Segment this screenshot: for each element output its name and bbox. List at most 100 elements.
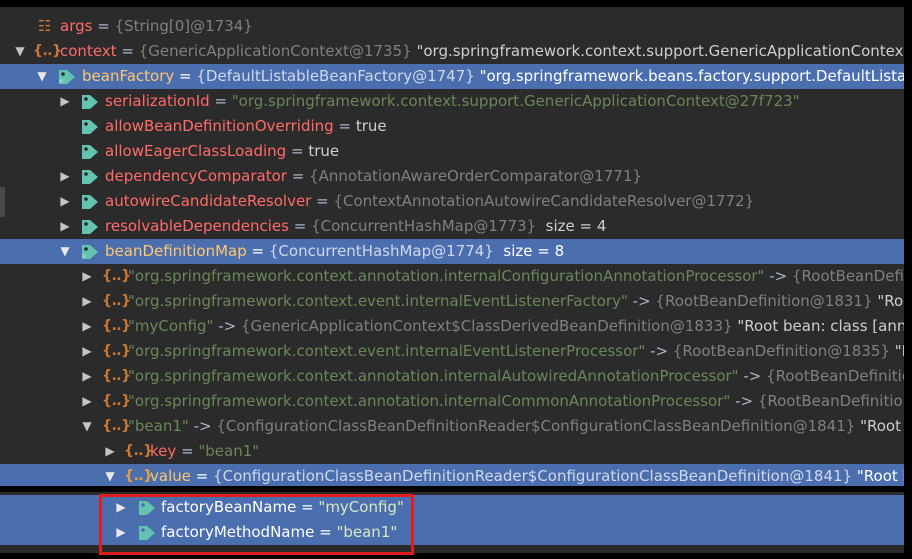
field-value: "bean1" (198, 442, 260, 460)
field-tag-icon (81, 239, 101, 264)
field-reference: {AnnotationAwareOrderComparator@1771} (309, 167, 642, 185)
tree-row-allowEagerClassLoading[interactable]: allowEagerClassLoading = true (0, 139, 904, 164)
field-reference: {RootBeanDefinition@1835} (672, 342, 890, 360)
map-key: "org.springframework.context.annotation.… (128, 392, 731, 410)
field-tag-icon (81, 164, 101, 189)
field-name: beanFactory (82, 67, 175, 85)
field-reference: {String[0]@1734} (114, 17, 253, 35)
map-key: "org.springframework.context.event.inter… (128, 342, 646, 360)
field-reference: {RootBeanDefinition( (766, 367, 904, 385)
collapsed-arrow-icon[interactable]: ▶ (80, 264, 94, 289)
collapsed-arrow-icon[interactable]: ▶ (58, 214, 72, 239)
tree-row-key[interactable]: ▶ {..} key = "bean1" (0, 439, 904, 464)
field-reference: {GenericApplicationContext$ClassDerivedB… (240, 317, 733, 335)
map-entry-row[interactable]: ▶ {..} "org.springframework.context.even… (0, 339, 904, 364)
map-entry-row[interactable]: ▶ {..} "org.springframework.context.anno… (0, 264, 904, 289)
field-name: beanDefinitionMap (105, 242, 247, 260)
expanded-arrow-icon[interactable]: ▼ (35, 64, 49, 89)
field-value: "Root bean (860, 417, 904, 435)
field-tag-icon (81, 139, 101, 164)
field-name: autowireCandidateResolver (105, 192, 312, 210)
list-icon: ☷ (38, 17, 52, 35)
collapsed-arrow-icon[interactable]: ▶ (80, 364, 94, 389)
field-reference: {ConfigurationClassBeanDefinitionReader$… (216, 417, 856, 435)
field-value: "org.springframework.beans.factory.suppo… (479, 67, 904, 85)
field-reference: {GenericApplicationContext@1735} (138, 42, 412, 60)
map-entry-row[interactable]: ▶ {..} "org.springframework.context.anno… (0, 389, 904, 414)
tree-row-beanDefinitionMap[interactable]: ▼ beanDefinitionMap = {ConcurrentHashMap… (0, 239, 904, 264)
collapsed-arrow-icon[interactable]: ▶ (103, 439, 117, 464)
expanded-arrow-icon[interactable]: ▼ (103, 464, 117, 486)
field-tag-icon (81, 114, 101, 139)
braces-icon: {..} (102, 368, 131, 384)
map-arrow: -> (650, 342, 673, 360)
field-reference: {RootBeanDefinition@ (757, 392, 904, 410)
map-arrow: -> (743, 367, 767, 385)
field-reference: {RootBeanDefinition@1831} (655, 292, 873, 310)
braces-icon: {..} (33, 43, 62, 59)
tree-row-context[interactable]: ▼ {..} context = {GenericApplicationCont… (0, 39, 904, 64)
tree-row-autowireCandidateResolver[interactable]: ▶ autowireCandidateResolver = {ContextAn… (0, 189, 904, 214)
map-key: "org.springframework.context.annotation.… (128, 367, 739, 385)
field-name: resolvableDependencies (105, 217, 289, 235)
map-key: "org.springframework.context.event.inter… (128, 292, 628, 310)
tree-row-dependencyComparator[interactable]: ▶ dependencyComparator = {AnnotationAwar… (0, 164, 904, 189)
field-value: "Root be (877, 292, 904, 310)
field-value: true (355, 117, 387, 135)
tree-row-args[interactable]: ☷ args = {String[0]@1734} (0, 14, 904, 39)
map-arrow: -> (632, 292, 656, 310)
field-reference: {ConcurrentHashMap@1773} (311, 217, 537, 235)
braces-icon: {..} (102, 418, 131, 434)
field-name: dependencyComparator (105, 167, 287, 185)
collapsed-arrow-icon[interactable]: ▶ (80, 289, 94, 314)
field-name: allowEagerClassLoading (105, 142, 287, 160)
size-label: size = 8 (503, 242, 565, 260)
field-name: key (150, 442, 177, 460)
tree-row-resolvableDependencies[interactable]: ▶ resolvableDependencies = {ConcurrentHa… (0, 214, 904, 239)
field-value: "Root bean: (856, 467, 904, 485)
map-entry-row-bean1[interactable]: ▼ {..} "bean1" -> {ConfigurationClassBea… (0, 414, 904, 439)
highlight-annotation-box (99, 494, 414, 555)
collapsed-arrow-icon[interactable]: ▶ (58, 189, 72, 214)
map-entry-row[interactable]: ▶ {..} "org.springframework.context.even… (0, 289, 904, 314)
field-value: true (308, 142, 340, 160)
field-value: "Root bean: class [annotati (737, 317, 904, 335)
field-reference: {ContextAnnotationAutowireCandidateResol… (333, 192, 755, 210)
field-name: value (150, 467, 191, 485)
tree-row-serializationId[interactable]: ▶ serializationId = "org.springframework… (0, 89, 904, 114)
tree-row-allowBeanDefinitionOverriding[interactable]: allowBeanDefinitionOverriding = true (0, 114, 904, 139)
collapsed-arrow-icon[interactable]: ▶ (80, 339, 94, 364)
field-value: "Roo (894, 342, 904, 360)
field-reference: {RootBeanDefiniti (792, 267, 904, 285)
field-name: context (60, 42, 117, 60)
map-entry-row[interactable]: ▶ {..} "org.springframework.context.anno… (0, 364, 904, 389)
collapsed-arrow-icon[interactable]: ▶ (58, 89, 72, 114)
map-arrow: -> (769, 267, 792, 285)
field-value: "org.springframework.context.support.Gen… (416, 42, 904, 60)
map-entry-row[interactable]: ▶ {..} "myConfig" -> {GenericApplication… (0, 314, 904, 339)
braces-icon: {..} (124, 468, 153, 484)
field-reference: {ConcurrentHashMap@1774} (268, 242, 494, 260)
braces-icon: {..} (102, 268, 131, 284)
size-label: size = 4 (545, 217, 607, 235)
tree-row-beanFactory[interactable]: ▼ beanFactory = {DefaultListableBeanFact… (0, 64, 904, 89)
tree-row-value[interactable]: ▼ {..} value = {ConfigurationClassBeanDe… (0, 464, 904, 486)
map-arrow: -> (218, 317, 241, 335)
collapsed-arrow-icon[interactable]: ▶ (80, 389, 94, 414)
collapsed-arrow-icon[interactable]: ▶ (80, 314, 94, 339)
field-reference: {ConfigurationClassBeanDefinitionReader$… (213, 467, 853, 485)
expanded-arrow-icon[interactable]: ▼ (80, 414, 94, 439)
field-name: allowBeanDefinitionOverriding (105, 117, 334, 135)
expanded-arrow-icon[interactable]: ▼ (13, 39, 27, 64)
braces-icon: {..} (124, 443, 153, 459)
expanded-arrow-icon[interactable]: ▼ (58, 239, 72, 264)
collapsed-arrow-icon[interactable]: ▶ (58, 164, 72, 189)
field-tag-icon (58, 64, 78, 89)
field-name: serializationId (105, 92, 210, 110)
map-key: "myConfig" (128, 317, 214, 335)
field-value: "org.springframework.context.support.Gen… (231, 92, 800, 110)
field-tag-icon (81, 89, 101, 114)
variables-tree: ☷ args = {String[0]@1734} ▼ {..} context… (0, 7, 904, 486)
braces-icon: {..} (102, 293, 131, 309)
map-key: "org.springframework.context.annotation.… (128, 267, 765, 285)
